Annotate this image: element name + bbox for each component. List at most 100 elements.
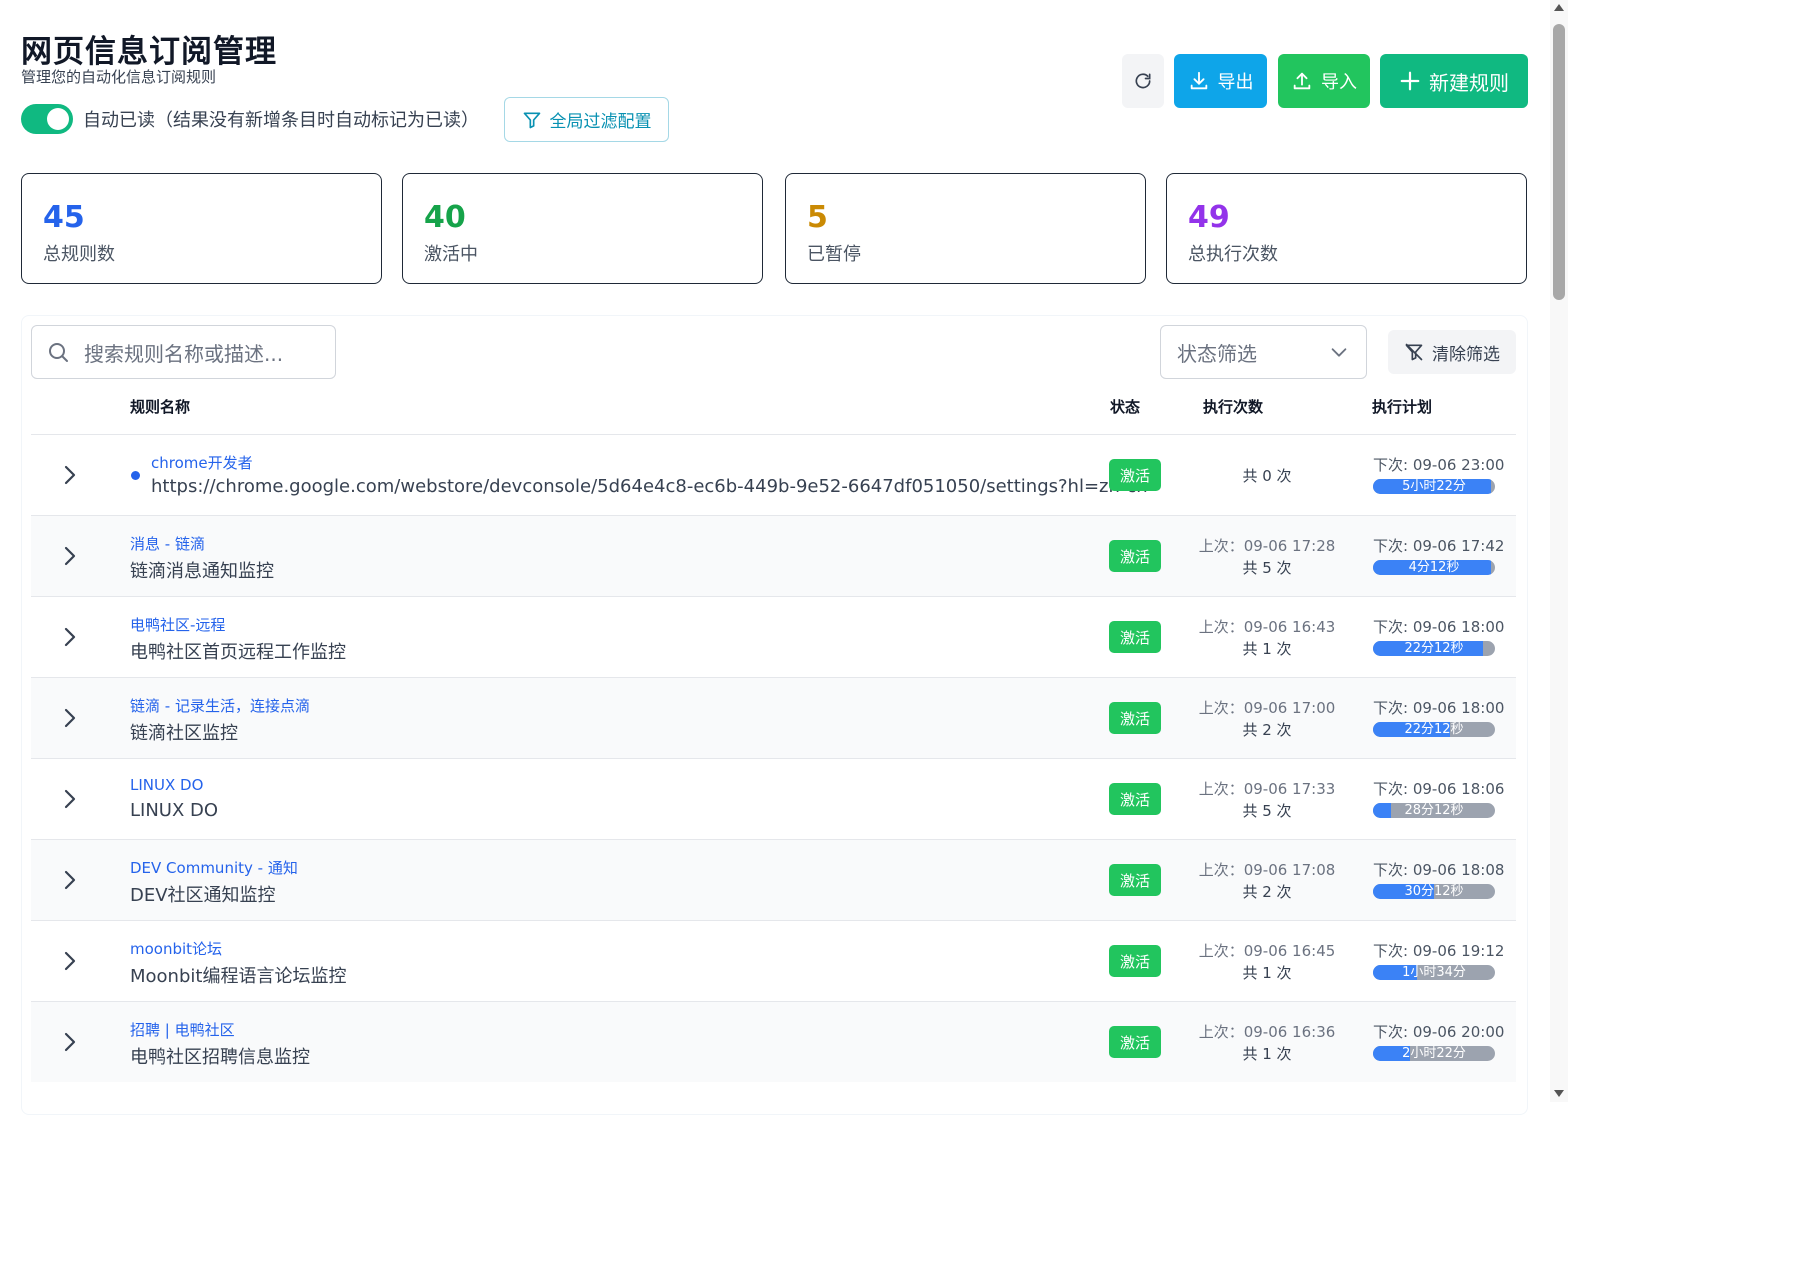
total-runs: 共 2 次: [1242, 721, 1292, 739]
total-runs: 共 1 次: [1242, 640, 1292, 658]
total-runs: 共 5 次: [1242, 802, 1292, 820]
rule-name-link[interactable]: DEV Community - 通知: [130, 857, 298, 878]
countdown-progress-bar: 2小时22分: [1373, 1046, 1495, 1061]
unread-dot: [131, 471, 140, 480]
stat-value: 49: [1188, 200, 1230, 235]
chevron-right-icon[interactable]: [61, 544, 79, 568]
next-run: 下次: 09-06 18:00: [1373, 618, 1505, 636]
scroll-down-arrow-icon[interactable]: [1554, 1090, 1564, 1097]
next-run: 下次: 09-06 20:00: [1373, 1023, 1505, 1041]
plus-icon: [1400, 71, 1420, 91]
countdown-progress-bar: 5小时22分: [1373, 479, 1495, 494]
rule-description: 链滴消息通知监控: [130, 561, 274, 582]
total-runs: 共 2 次: [1242, 883, 1292, 901]
column-header-name[interactable]: 规则名称: [130, 396, 190, 417]
chevron-right-icon[interactable]: [61, 868, 79, 892]
total-runs: 共 0 次: [1242, 467, 1292, 485]
next-run: 下次: 09-06 18:08: [1373, 861, 1505, 879]
status-filter-placeholder: 状态筛选: [1177, 341, 1257, 366]
table-row[interactable]: 链滴 - 记录生活，连接点滴 链滴社区监控 激活 上次：09-06 17:00 共 2 …: [31, 677, 1516, 758]
rule-description: 链滴社区监控: [130, 723, 238, 744]
page-subtitle: 管理您的自动化信息订阅规则: [21, 68, 217, 86]
chevron-right-icon[interactable]: [61, 787, 79, 811]
clear-filter-button[interactable]: 清除筛选: [1388, 330, 1516, 374]
next-run: 下次: 09-06 18:06: [1373, 780, 1505, 798]
stat-value: 40: [424, 200, 466, 235]
auto-read-toggle[interactable]: [21, 104, 73, 134]
rule-description: https://chrome.google.com/webstore/devco…: [151, 476, 1148, 497]
countdown-text: 30分12秒: [1404, 884, 1464, 899]
rule-name-link[interactable]: moonbit论坛: [130, 938, 222, 959]
scrollbar-thumb[interactable]: [1553, 24, 1565, 300]
status-badge: 激活: [1109, 1026, 1161, 1058]
rule-description: DEV社区通知监控: [130, 885, 276, 906]
last-run: 上次：09-06 16:36: [1198, 1023, 1336, 1041]
total-runs: 共 1 次: [1242, 964, 1292, 982]
scrollbar[interactable]: [1550, 0, 1568, 1102]
auto-read-row: 自动已读（结果没有新增条目时自动标记为已读）: [21, 104, 479, 134]
countdown-text: 22分12秒: [1404, 641, 1464, 656]
stat-label: 总执行次数: [1188, 244, 1278, 265]
table-row[interactable]: DEV Community - 通知 DEV社区通知监控 激活 上次：09-06 17…: [31, 839, 1516, 920]
column-header-status[interactable]: 状态: [1110, 396, 1140, 417]
status-badge: 激活: [1109, 540, 1161, 572]
upload-icon: [1293, 72, 1311, 90]
countdown-progress-bar: 28分12秒: [1373, 803, 1495, 818]
total-runs: 共 1 次: [1242, 1045, 1292, 1063]
last-run: 上次：09-06 17:33: [1198, 780, 1336, 798]
chevron-right-icon[interactable]: [61, 706, 79, 730]
global-filter-button[interactable]: 全局过滤配置: [504, 97, 669, 142]
total-runs: 共 5 次: [1242, 559, 1292, 577]
countdown-progress-bar: 22分12秒: [1373, 641, 1495, 656]
countdown-text: 5小时22分: [1402, 479, 1466, 494]
column-header-count[interactable]: 执行次数: [1203, 396, 1263, 417]
import-button[interactable]: 导入: [1278, 54, 1370, 108]
toggle-knob: [47, 108, 69, 130]
stat-label: 总规则数: [43, 244, 115, 265]
table-row[interactable]: moonbit论坛 Moonbit编程语言论坛监控 激活 上次：09-06 16:45…: [31, 920, 1516, 1001]
status-badge: 激活: [1109, 783, 1161, 815]
new-rule-button[interactable]: 新建规则: [1380, 54, 1528, 108]
column-header-schedule[interactable]: 执行计划: [1372, 396, 1432, 417]
scroll-up-arrow-icon[interactable]: [1554, 4, 1564, 11]
table-row[interactable]: 电鸭社区-远程 电鸭社区首页远程工作监控 激活 上次：09-06 16:43 共 1 次…: [31, 596, 1516, 677]
table-row[interactable]: chrome开发者 https://chrome.google.com/webst…: [31, 434, 1516, 515]
rule-name-link[interactable]: 链滴 - 记录生活，连接点滴: [130, 695, 310, 716]
stat-executions: 49 总执行次数: [1166, 173, 1527, 284]
rule-name-link[interactable]: 招聘 | 电鸭社区: [130, 1019, 235, 1040]
refresh-icon: [1135, 73, 1151, 89]
countdown-progress-bar: 1小时34分: [1373, 965, 1495, 980]
status-filter-select[interactable]: 状态筛选: [1160, 325, 1367, 379]
download-icon: [1190, 71, 1207, 90]
rule-name-link[interactable]: LINUX DO: [130, 776, 203, 794]
import-label: 导入: [1321, 72, 1357, 93]
search-input[interactable]: 搜索规则名称或描述...: [31, 325, 336, 379]
last-run: 上次：09-06 17:00: [1198, 699, 1336, 717]
chevron-right-icon[interactable]: [61, 1030, 79, 1054]
chevron-right-icon[interactable]: [61, 625, 79, 649]
new-rule-label: 新建规则: [1429, 70, 1509, 95]
export-button[interactable]: 导出: [1174, 54, 1267, 108]
status-badge: 激活: [1109, 864, 1161, 896]
rule-description: 电鸭社区首页远程工作监控: [130, 642, 346, 663]
chevron-right-icon[interactable]: [61, 463, 79, 487]
filter-icon: [523, 112, 540, 128]
rule-name-link[interactable]: 电鸭社区-远程: [130, 614, 225, 635]
countdown-progress-bar: 22分12秒: [1373, 722, 1495, 737]
table-row[interactable]: LINUX DO LINUX DO 激活 上次：09-06 17:33 共 5 次 下次:…: [31, 758, 1516, 839]
countdown-text: 28分12秒: [1404, 803, 1464, 818]
chevron-right-icon[interactable]: [61, 949, 79, 973]
rule-description: 电鸭社区招聘信息监控: [130, 1047, 310, 1068]
refresh-button[interactable]: [1122, 54, 1164, 108]
table-row[interactable]: 招聘 | 电鸭社区电鸭社区招聘信息监控 激活 上次：09-06 16:36 共 1 次…: [31, 1001, 1516, 1082]
last-run: 上次：09-06 17:28: [1198, 537, 1336, 555]
table-row[interactable]: 消息 - 链滴 链滴消息通知监控 激活 上次：09-06 17:28 共 5 次 下次: …: [31, 515, 1516, 596]
status-badge: 激活: [1109, 621, 1161, 653]
status-badge: 激活: [1109, 459, 1161, 491]
next-run: 下次: 09-06 23:00: [1373, 456, 1505, 474]
countdown-progress-bar: 30分12秒: [1373, 884, 1495, 899]
rule-name-link[interactable]: chrome开发者: [151, 452, 253, 473]
rule-name-link[interactable]: 消息 - 链滴: [130, 533, 205, 554]
search-placeholder: 搜索规则名称或描述...: [84, 341, 284, 366]
countdown-text: 2小时22分: [1402, 1046, 1466, 1061]
